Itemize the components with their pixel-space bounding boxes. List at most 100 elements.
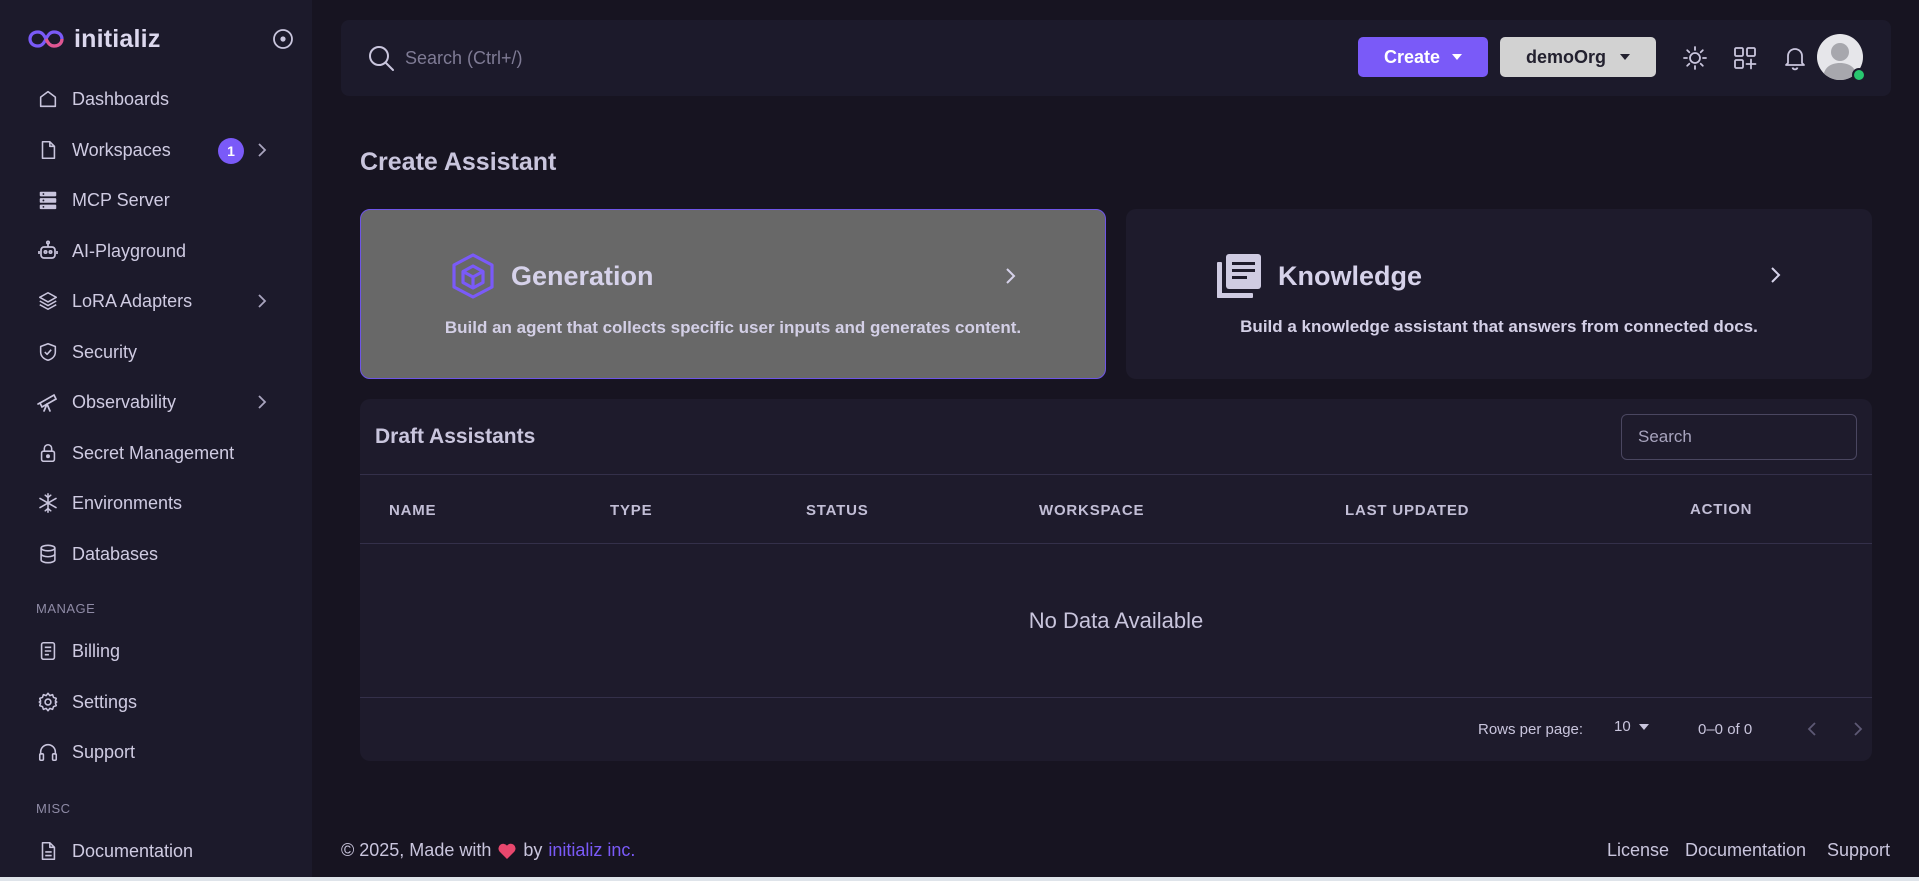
empty-state-text: No Data Available xyxy=(1028,608,1204,633)
chevron-right-icon xyxy=(254,141,270,159)
layers-icon xyxy=(36,289,60,313)
window-bottom-edge xyxy=(0,877,1919,881)
receipt-icon xyxy=(36,639,60,663)
caret-down-icon xyxy=(1620,54,1630,60)
sidebar-item-dashboards[interactable]: Dashboards xyxy=(22,77,282,121)
footer-copyright: © 2025, Made with by initializ inc. xyxy=(341,840,635,861)
sidebar-item-observability[interactable]: Observability xyxy=(22,380,282,424)
next-page-button[interactable] xyxy=(1846,717,1870,741)
footer-link-license[interactable]: License xyxy=(1607,840,1669,861)
headphones-icon xyxy=(36,740,60,764)
document-icon xyxy=(36,839,60,863)
cube-icon xyxy=(449,252,497,300)
divider xyxy=(360,474,1872,475)
apps-add-icon[interactable] xyxy=(1731,44,1759,72)
sidebar-item-label: Databases xyxy=(72,543,159,564)
card-description: Build a knowledge assistant that answers… xyxy=(1240,317,1758,336)
brand[interactable]: initializ xyxy=(28,22,161,56)
org-name: demoOrg xyxy=(1525,46,1606,67)
sidebar-item-label: Workspaces xyxy=(72,139,171,160)
file-icon xyxy=(36,138,60,162)
org-switcher-button[interactable]: demoOrg xyxy=(1500,37,1656,77)
sidebar-item-label: Settings xyxy=(72,691,138,712)
chevron-right-icon xyxy=(1768,265,1782,285)
sidebar-item-label: AI-Playground xyxy=(72,240,187,261)
column-header-last-updated[interactable]: LAST UPDATED xyxy=(1345,502,1469,519)
telescope-icon xyxy=(36,390,60,414)
sidebar: initializ Dashboards Workspaces 1 MCP Se… xyxy=(0,0,312,881)
bell-icon[interactable] xyxy=(1781,44,1809,72)
sidebar-item-settings[interactable]: Settings xyxy=(22,680,282,724)
column-header-name[interactable]: NAME xyxy=(389,502,436,519)
chevron-left-icon xyxy=(1807,722,1816,736)
server-icon xyxy=(36,188,60,212)
copyright-text: © 2025, Made with xyxy=(341,840,492,860)
sidebar-collapse-toggle[interactable] xyxy=(270,26,296,52)
chevron-right-icon xyxy=(254,292,270,310)
caret-down-icon xyxy=(1638,723,1649,730)
page-title: Create Assistant xyxy=(360,148,557,176)
gear-icon xyxy=(36,690,60,714)
sidebar-item-security[interactable]: Security xyxy=(22,330,282,374)
shield-check-icon xyxy=(36,340,60,364)
circle-dot-icon xyxy=(273,29,293,49)
sidebar-item-billing[interactable]: Billing xyxy=(22,629,282,673)
footer-link-documentation[interactable]: Documentation xyxy=(1685,840,1806,861)
prev-page-button[interactable] xyxy=(1800,717,1824,741)
table-search-input[interactable] xyxy=(1621,414,1857,460)
sidebar-item-support[interactable]: Support xyxy=(22,730,282,774)
sidebar-item-label: Documentation xyxy=(72,840,194,861)
column-header-status[interactable]: STATUS xyxy=(806,502,869,519)
brand-name: initializ xyxy=(74,24,161,53)
section-label-misc: MISC xyxy=(36,801,71,816)
sidebar-item-label: Billing xyxy=(72,640,121,661)
by-text: by xyxy=(523,840,543,860)
create-button[interactable]: Create xyxy=(1358,37,1488,77)
sidebar-item-documentation[interactable]: Documentation xyxy=(22,829,282,873)
heart-icon xyxy=(497,842,517,860)
footer-link-support[interactable]: Support xyxy=(1827,840,1890,861)
pagination-range: 0–0 of 0 xyxy=(1698,721,1753,738)
home-icon xyxy=(36,87,60,111)
card-title: Knowledge xyxy=(1278,260,1423,291)
generation-assistant-card[interactable]: Generation Build an agent that collects … xyxy=(360,209,1106,379)
workspaces-count-badge: 1 xyxy=(218,138,244,164)
column-header-type[interactable]: TYPE xyxy=(610,502,652,519)
draft-assistants-table: Draft Assistants NAME TYPE STATUS WORKSP… xyxy=(360,399,1872,761)
card-title: Generation xyxy=(511,260,654,291)
top-navbar: Create demoOrg xyxy=(341,20,1891,96)
sidebar-item-secret-management[interactable]: Secret Management xyxy=(22,431,282,475)
company-link[interactable]: initializ inc. xyxy=(548,840,635,861)
chevron-right-icon xyxy=(254,393,270,411)
sidebar-item-lora-adapters[interactable]: LoRA Adapters xyxy=(22,279,282,323)
global-search-input[interactable] xyxy=(405,40,805,76)
snowflake-icon xyxy=(36,491,60,515)
sidebar-item-databases[interactable]: Databases xyxy=(22,532,282,576)
chevron-right-icon xyxy=(1854,722,1863,736)
create-button-label: Create xyxy=(1383,46,1441,67)
search-icon[interactable] xyxy=(367,44,395,72)
sidebar-item-environments[interactable]: Environments xyxy=(22,481,282,525)
infinity-logo-icon xyxy=(28,28,64,50)
knowledge-assistant-card[interactable]: Knowledge Build a knowledge assistant th… xyxy=(1126,209,1872,379)
sidebar-item-label: MCP Server xyxy=(72,189,170,210)
column-header-action: ACTION xyxy=(1690,501,1753,518)
rows-per-page-select[interactable]: 10 xyxy=(1614,718,1649,735)
robot-icon xyxy=(36,239,60,263)
sidebar-item-mcp-server[interactable]: MCP Server xyxy=(22,178,282,222)
sidebar-item-label: Secret Management xyxy=(72,442,235,463)
sidebar-item-label: Observability xyxy=(72,391,177,412)
sidebar-item-workspaces[interactable]: Workspaces 1 xyxy=(22,128,282,172)
section-label-manage: MANAGE xyxy=(36,601,96,616)
table-title: Draft Assistants xyxy=(375,425,536,448)
caret-down-icon xyxy=(1452,54,1463,60)
sidebar-item-label: Dashboards xyxy=(72,88,170,109)
sun-icon[interactable] xyxy=(1681,44,1709,72)
sidebar-item-ai-playground[interactable]: AI-Playground xyxy=(22,229,282,273)
rows-per-page-label: Rows per page: xyxy=(1478,721,1584,738)
card-description: Build an agent that collects specific us… xyxy=(444,318,1022,337)
column-header-workspace[interactable]: WORKSPACE xyxy=(1039,502,1144,519)
chevron-right-icon xyxy=(1003,266,1017,286)
online-status-dot xyxy=(1852,68,1866,82)
library-icon xyxy=(1214,251,1264,301)
